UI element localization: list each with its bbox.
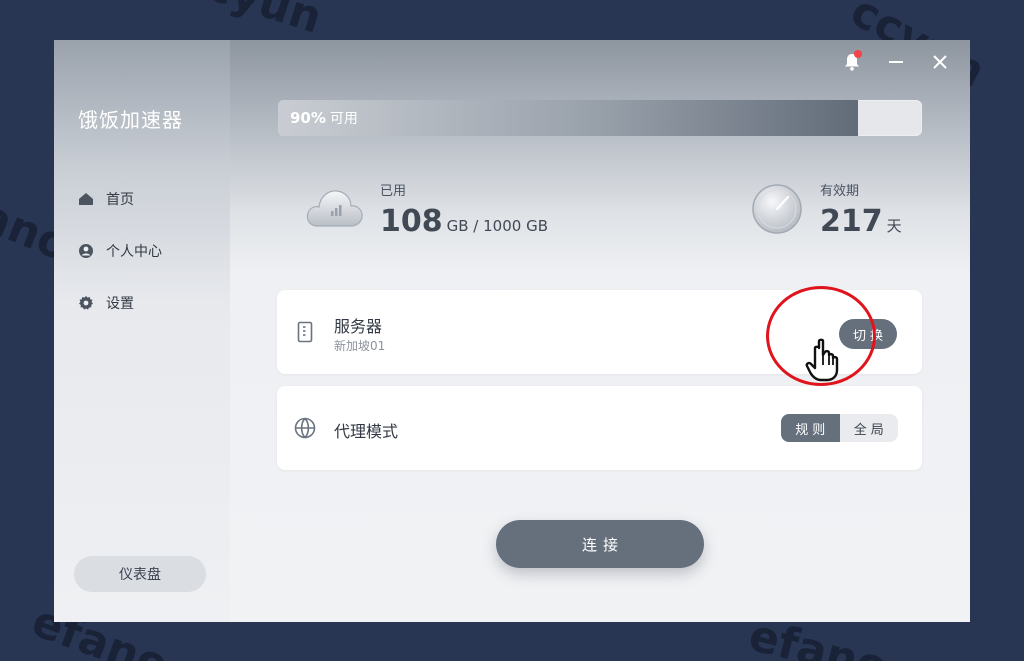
main-panel: 90% 可用 已用 108 GB / 1000 GB 有效期 217 天 服务器… [230,40,970,622]
globe-icon [294,417,316,439]
pointer-hand-icon [805,338,839,382]
usage-value: 108 GB / 1000 GB [380,204,548,239]
quota-progress-fill [278,100,858,136]
watermark-text: ccyun [176,0,328,44]
server-subtitle: 新加坡01 [334,339,386,353]
cloud-chart-icon [306,190,363,227]
switch-server-button[interactable]: 切换 [839,319,897,349]
proxy-option-global[interactable]: 全局 [840,414,899,442]
quota-percent: 90% [290,109,326,127]
clock-icon [752,184,802,234]
sidebar-item-settings[interactable]: 设置 [78,291,134,315]
sidebar-item-profile[interactable]: 个人中心 [78,239,162,263]
close-icon [933,55,947,69]
minimize-button[interactable] [886,52,906,72]
sidebar-item-label: 个人中心 [106,244,162,260]
proxy-mode-title: 代理模式 [334,422,399,441]
proxy-option-rule[interactable]: 规则 [781,414,840,442]
server-icon [297,321,313,343]
minimize-icon [889,61,903,63]
gear-icon [79,296,93,310]
app-title: 饿饭加速器 [78,108,183,132]
server-title: 服务器 [334,317,383,336]
home-icon [79,193,93,205]
sidebar-item-label: 首页 [106,192,134,208]
notification-button[interactable] [842,50,862,72]
validity-unit: 天 [886,217,902,235]
usage-unit-total: GB / 1000 GB [446,217,548,235]
proxy-mode-toggle: 规则 全局 [781,414,898,442]
sidebar-item-label: 设置 [106,296,134,312]
validity-days: 217 [820,204,883,239]
usage-label: 已用 [380,184,407,199]
validity-value: 217 天 [820,204,902,239]
close-button[interactable] [930,52,950,72]
sidebar-item-home[interactable]: 首页 [78,187,134,211]
dashboard-button[interactable]: 仪表盘 [74,556,206,592]
sidebar: 饿饭加速器 首页 个人中心 设置 仪表盘 [54,40,230,622]
quota-available-label: 可用 [329,111,358,127]
validity-label: 有效期 [820,184,860,199]
usage-used-number: 108 [380,204,443,239]
quota-progress-text: 90% 可用 [290,100,358,136]
app-window: 饿饭加速器 首页 个人中心 设置 仪表盘 90% 可用 已用 108 GB / … [54,40,970,622]
proxy-mode-card: 代理模式 规则 全局 [277,386,922,470]
user-icon [79,244,93,258]
notification-dot [854,50,862,58]
quota-progress-bar: 90% 可用 [278,100,922,136]
connect-button[interactable]: 连接 [496,520,704,568]
